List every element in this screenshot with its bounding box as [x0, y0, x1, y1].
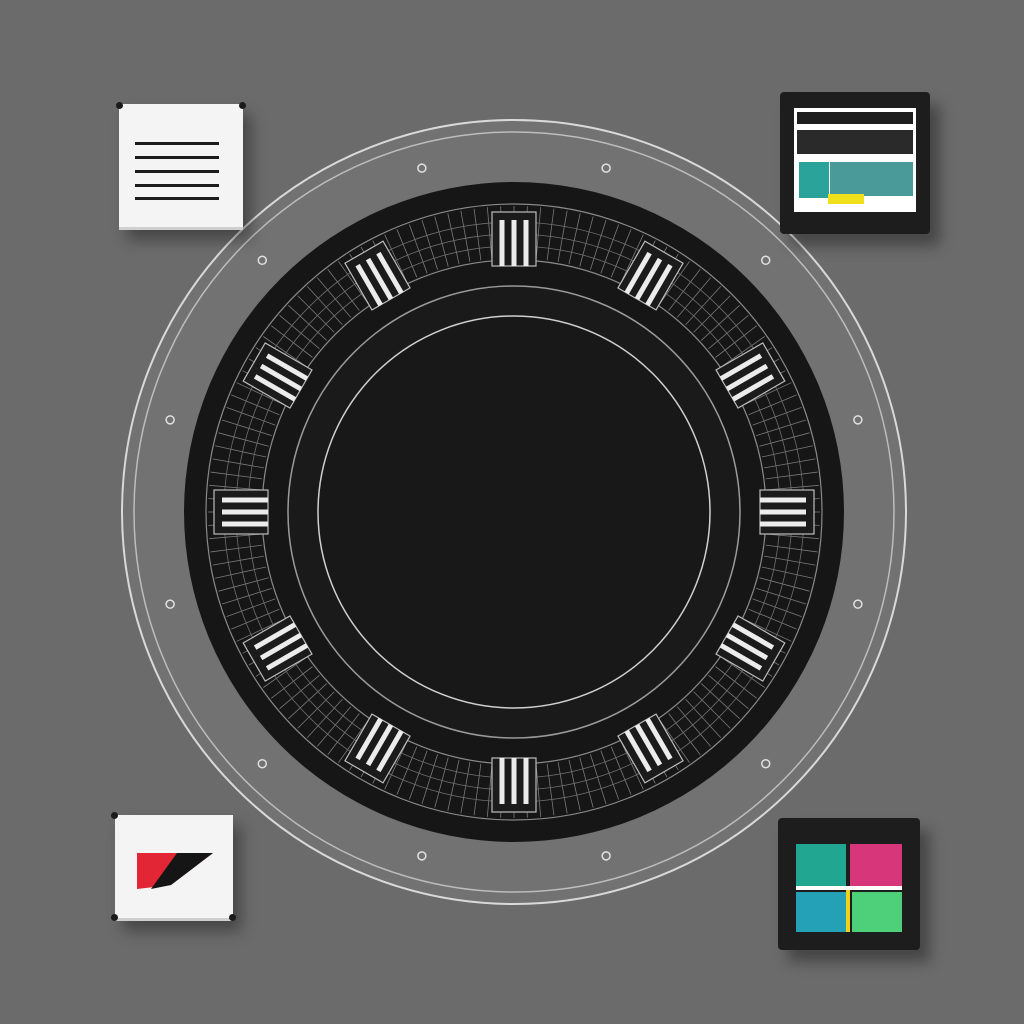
- grid-cell-magenta: [850, 844, 902, 886]
- grid-cell-cyan: [796, 892, 846, 932]
- tick-bar: [499, 758, 505, 804]
- tick-bar: [760, 509, 806, 515]
- tick-bar: [511, 220, 517, 266]
- hour-tick: [491, 757, 537, 813]
- canvas: [0, 0, 1024, 1024]
- tick-bar: [222, 497, 268, 503]
- hour-tick: [491, 211, 537, 267]
- pin-icon: [116, 102, 123, 109]
- flag-shape: [137, 853, 213, 889]
- hour-tick: [213, 489, 269, 535]
- grid-cell-teal: [796, 844, 846, 886]
- grid-divider-white: [796, 886, 902, 890]
- flag-icon[interactable]: [111, 812, 236, 921]
- tick-bar: [760, 521, 806, 527]
- tick-bar: [499, 220, 505, 266]
- center-disc: [317, 315, 711, 709]
- hour-tick: [759, 489, 815, 535]
- tick-bar: [523, 758, 529, 804]
- pin-icon: [239, 102, 246, 109]
- document-icon[interactable]: [116, 102, 246, 230]
- tick-bar: [511, 758, 517, 804]
- text-line: [135, 197, 219, 200]
- window-screen: [794, 108, 916, 212]
- grid-cell-green: [852, 892, 902, 932]
- tick-bar: [222, 521, 268, 527]
- text-line: [135, 170, 219, 173]
- tick-bar: [222, 509, 268, 515]
- tick-bar: [523, 220, 529, 266]
- window-menu-bar: [797, 130, 913, 154]
- window-icon[interactable]: [780, 92, 930, 234]
- color-grid-icon[interactable]: [778, 818, 920, 950]
- text-line: [135, 142, 219, 145]
- window-panel: [830, 162, 913, 196]
- text-line: [135, 156, 219, 159]
- grid-divider-yellow: [846, 888, 850, 932]
- window-panel-teal: [799, 162, 829, 198]
- window-panel-yellow: [828, 194, 864, 204]
- window-title-bar: [797, 112, 913, 124]
- tick-bar: [760, 497, 806, 503]
- text-line: [135, 184, 219, 187]
